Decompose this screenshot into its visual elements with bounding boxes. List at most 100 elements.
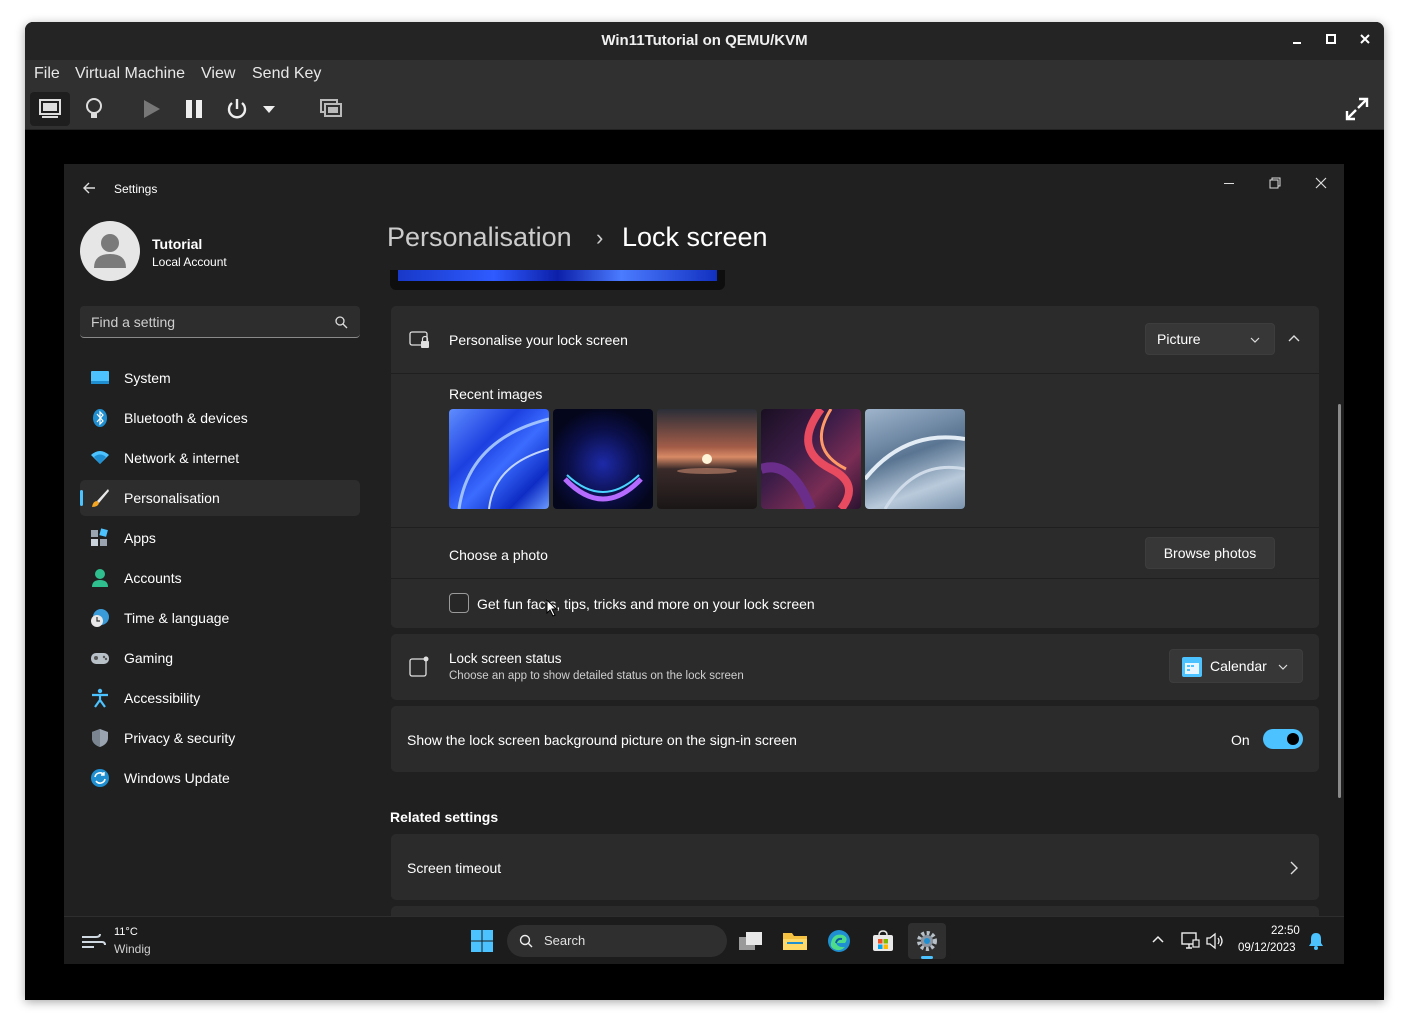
sidebar-item-bluetooth[interactable]: Bluetooth & devices bbox=[80, 400, 360, 436]
avatar[interactable] bbox=[80, 221, 140, 281]
fullscreen-icon bbox=[1345, 97, 1369, 121]
window-title: Win11Tutorial on QEMU/KVM bbox=[601, 32, 808, 49]
menu-virtual-machine[interactable]: Virtual Machine bbox=[75, 65, 185, 83]
sidebar-item-apps[interactable]: Apps bbox=[80, 520, 360, 556]
mouse-cursor-icon bbox=[546, 599, 558, 617]
volume-icon[interactable] bbox=[1205, 932, 1225, 950]
browse-photos-button[interactable]: Browse photos bbox=[1145, 537, 1275, 569]
taskbar: 11°C Windig Search 22:50 09/12/2023 bbox=[64, 916, 1344, 964]
lock-screen-status-card: Lock screen status Choose an app to show… bbox=[391, 634, 1319, 700]
sidebar-item-accessibility[interactable]: Accessibility bbox=[80, 680, 360, 716]
lock-screen-preview bbox=[390, 270, 725, 290]
restore-icon bbox=[1269, 177, 1281, 189]
notification-bell-icon[interactable] bbox=[1308, 932, 1324, 950]
file-explorer-button[interactable] bbox=[776, 923, 814, 959]
settings-close-button[interactable] bbox=[1315, 174, 1327, 193]
settings-restore-button[interactable] bbox=[1269, 174, 1281, 193]
divider bbox=[391, 578, 1319, 579]
chevron-down-icon bbox=[1278, 664, 1288, 670]
lock-screen-type-dropdown[interactable]: Picture bbox=[1145, 323, 1275, 355]
edge-button[interactable] bbox=[820, 923, 858, 959]
recent-image-3[interactable] bbox=[657, 409, 757, 509]
store-button[interactable] bbox=[864, 923, 902, 959]
maximize-icon bbox=[1326, 34, 1336, 44]
signin-background-toggle[interactable] bbox=[1263, 729, 1303, 749]
fun-facts-checkbox[interactable] bbox=[449, 593, 469, 613]
power-button[interactable] bbox=[217, 92, 257, 126]
settings-scrollbar[interactable] bbox=[1338, 404, 1341, 798]
recent-image-1[interactable] bbox=[449, 409, 549, 509]
snapshots-icon bbox=[320, 99, 342, 117]
find-setting-input[interactable]: Find a setting bbox=[80, 306, 360, 338]
brush-icon bbox=[92, 489, 109, 507]
network-icon[interactable] bbox=[1180, 931, 1200, 951]
snapshots-button[interactable] bbox=[311, 92, 351, 126]
personalise-label: Personalise your lock screen bbox=[449, 332, 628, 348]
sidebar-item-label: Bluetooth & devices bbox=[124, 410, 248, 426]
power-icon bbox=[227, 99, 247, 119]
power-menu-dropdown[interactable] bbox=[256, 92, 282, 126]
sidebar-item-windows-update[interactable]: Windows Update bbox=[80, 760, 360, 796]
sidebar-item-accounts[interactable]: Accounts bbox=[80, 560, 360, 596]
clock-date[interactable]: 09/12/2023 bbox=[1238, 942, 1296, 954]
breadcrumb-parent[interactable]: Personalisation bbox=[387, 222, 572, 253]
signin-background-card: Show the lock screen background picture … bbox=[391, 706, 1319, 772]
close-button[interactable] bbox=[1355, 31, 1375, 51]
sidebar-item-network[interactable]: Network & internet bbox=[80, 440, 360, 476]
maximize-button[interactable] bbox=[1321, 31, 1341, 51]
screen-timeout-label: Screen timeout bbox=[407, 860, 502, 876]
settings-taskbar-button[interactable] bbox=[908, 923, 946, 959]
taskbar-search-label: Search bbox=[544, 933, 586, 948]
menu-file[interactable]: File bbox=[34, 65, 60, 83]
shield-icon bbox=[92, 729, 108, 747]
back-button[interactable] bbox=[82, 180, 96, 199]
status-title: Lock screen status bbox=[449, 651, 562, 666]
collapse-chevron-up-icon[interactable] bbox=[1288, 334, 1300, 344]
store-bag-icon bbox=[873, 930, 893, 951]
wallpaper-glow-ring bbox=[563, 474, 643, 502]
sidebar-item-time-language[interactable]: Time & language bbox=[80, 600, 360, 636]
wallpaper-bloom-blue bbox=[457, 417, 549, 509]
pause-button[interactable] bbox=[174, 92, 214, 126]
accessibility-icon bbox=[92, 688, 108, 708]
run-button[interactable] bbox=[131, 92, 171, 126]
start-button[interactable] bbox=[463, 923, 501, 959]
screen-timeout-link[interactable]: Screen timeout bbox=[391, 834, 1319, 900]
user-avatar-icon bbox=[94, 234, 126, 268]
weather-temperature[interactable]: 11°C bbox=[114, 926, 138, 938]
settings-minimize-button[interactable] bbox=[1223, 174, 1235, 193]
task-view-button[interactable] bbox=[732, 923, 770, 959]
status-app-dropdown[interactable]: Calendar bbox=[1169, 649, 1303, 683]
sidebar-item-system[interactable]: System bbox=[80, 360, 360, 396]
clock-time[interactable]: 22:50 bbox=[1271, 925, 1300, 937]
sidebar-item-label: Accounts bbox=[124, 570, 182, 586]
recent-image-5[interactable] bbox=[865, 409, 965, 509]
sidebar-item-gaming[interactable]: Gaming bbox=[80, 640, 360, 676]
details-button[interactable] bbox=[74, 92, 114, 126]
wifi-icon bbox=[91, 451, 109, 464]
task-view-icon bbox=[739, 932, 762, 950]
sidebar-item-privacy-security[interactable]: Privacy & security bbox=[80, 720, 360, 756]
console-button[interactable] bbox=[30, 92, 70, 126]
sidebar-item-personalisation[interactable]: Personalisation bbox=[80, 480, 360, 516]
recent-image-2[interactable] bbox=[553, 409, 653, 509]
status-subtitle: Choose an app to show detailed status on… bbox=[449, 670, 744, 682]
menu-send-key[interactable]: Send Key bbox=[252, 65, 321, 83]
chevron-up-icon[interactable] bbox=[1151, 934, 1165, 944]
recent-image-4[interactable] bbox=[761, 409, 861, 509]
taskbar-search-box[interactable]: Search bbox=[507, 925, 727, 957]
guest-display[interactable]: Settings Tutorial Local Account Find a s… bbox=[64, 164, 1344, 964]
sidebar-item-label: Gaming bbox=[124, 650, 174, 666]
breadcrumb-separator: › bbox=[596, 225, 604, 250]
fullscreen-button[interactable] bbox=[1337, 92, 1377, 126]
chevron-right-icon bbox=[1290, 861, 1298, 875]
weather-description[interactable]: Windig bbox=[114, 942, 151, 956]
minimize-button[interactable] bbox=[1287, 31, 1307, 51]
menu-view[interactable]: View bbox=[201, 65, 235, 83]
edge-browser-icon bbox=[828, 930, 850, 952]
menu-bar: File Virtual Machine View Send Key bbox=[25, 60, 1384, 88]
minimize-icon bbox=[1293, 42, 1301, 44]
user-account-type: Local Account bbox=[152, 255, 227, 269]
dropdown-value: Calendar bbox=[1210, 658, 1267, 674]
fun-facts-label[interactable]: Get fun facts, tips, tricks and more on … bbox=[477, 596, 815, 612]
